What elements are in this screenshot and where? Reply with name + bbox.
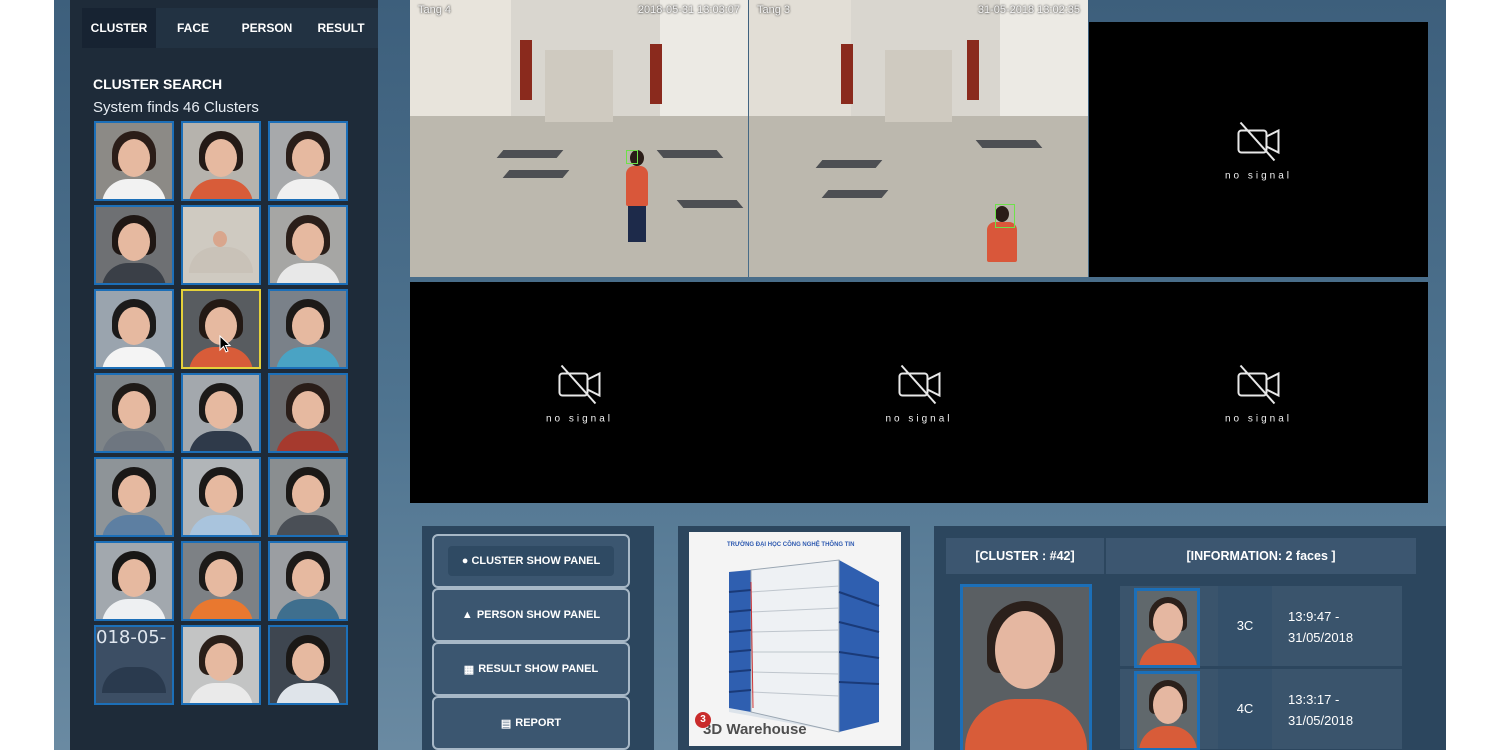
cluster-search-title: CLUSTER SEARCH xyxy=(93,76,223,92)
button-label: RESULT SHOW PANEL xyxy=(478,663,599,675)
cluster-thumbnail[interactable] xyxy=(268,289,348,369)
time-value: 13:9:47 - xyxy=(1288,609,1340,624)
user-icon: ● xyxy=(461,555,469,567)
cluster-thumbnail-selected[interactable] xyxy=(181,289,261,369)
cluster-sidebar: CLUSTER FACE PERSON RESULT CLUSTER SEARC… xyxy=(70,0,378,750)
time-value: 13:3:17 - xyxy=(1288,692,1340,707)
camera-timestamp: 2018-05-31 13:03:07 xyxy=(637,4,740,16)
thumbnail-overlay-text: 018-05- xyxy=(96,627,167,648)
camera-off-icon xyxy=(898,364,940,404)
watermark-text: 3 3D Warehouse xyxy=(695,712,807,738)
face-entry-row[interactable]: 4C 13:3:17 - 31/05/2018 xyxy=(1120,669,1402,750)
building-drawing xyxy=(728,559,880,733)
building-sign: TRƯỜNG ĐẠI HỌC CÔNG NGHỆ THÔNG TIN xyxy=(727,542,855,548)
tab-face[interactable]: FACE xyxy=(156,8,230,48)
no-signal-text: no signal xyxy=(885,413,953,424)
cluster-thumbnail[interactable]: 018-05- xyxy=(94,625,174,705)
grid-icon: ▦ xyxy=(463,663,475,676)
camera-feed-6[interactable]: no signal xyxy=(1089,282,1428,503)
no-signal-text: no signal xyxy=(1224,413,1293,424)
control-panel: ● CLUSTER SHOW PANEL ▲ PERSON SHOW PANEL … xyxy=(422,526,654,750)
no-signal-text: no signal xyxy=(545,413,614,424)
cluster-thumbnail[interactable] xyxy=(268,205,348,285)
camera-off-icon xyxy=(1237,364,1280,404)
camera-feed-2[interactable]: Tang 3 31-05-2018 13:02:35 xyxy=(749,0,1088,277)
detection-time: 13:3:17 - 31/05/2018 xyxy=(1288,689,1398,731)
cluster-thumbnail[interactable] xyxy=(268,373,348,453)
face-thumbnail[interactable] xyxy=(1134,671,1200,750)
face-entry-row[interactable]: 3C 13:9:47 - 31/05/2018 xyxy=(1120,586,1402,668)
no-signal-text: no signal xyxy=(1224,170,1293,181)
cluster-count-text: System finds 46 Clusters xyxy=(93,99,259,116)
building-map-panel: TRƯỜNG ĐẠI HỌC CÔNG NGHỆ THÔNG TIN 3 3D … xyxy=(678,526,910,750)
camera-id: 3C xyxy=(1218,586,1272,666)
camera-feed-5[interactable]: no signal xyxy=(749,282,1089,503)
cluster-thumbnail[interactable] xyxy=(94,541,174,621)
date-value: 31/05/2018 xyxy=(1288,713,1354,728)
face-thumbnail[interactable] xyxy=(1134,588,1200,668)
face-detection-box xyxy=(626,150,638,164)
cluster-thumbnail[interactable] xyxy=(94,205,174,285)
cluster-thumbnail[interactable] xyxy=(94,289,174,369)
cluster-thumbnail[interactable] xyxy=(94,121,174,201)
cluster-thumbnail[interactable] xyxy=(268,457,348,537)
camera-off-icon xyxy=(1237,121,1280,161)
tab-result[interactable]: RESULT xyxy=(304,8,378,48)
report-icon: ▤ xyxy=(500,717,512,730)
cluster-thumbnail[interactable] xyxy=(94,457,174,537)
cluster-thumbnail[interactable] xyxy=(181,625,261,705)
tab-bar: CLUSTER FACE PERSON RESULT xyxy=(82,8,378,48)
person-icon: ▲ xyxy=(461,609,473,621)
mouse-cursor-icon xyxy=(219,335,232,353)
camera-grid: Tang 4 2018-05-31 13:03:07 Tang 3 31-05-… xyxy=(410,0,1428,503)
cluster-thumbnail[interactable] xyxy=(181,205,261,285)
cluster-grid: 018-05- xyxy=(94,121,348,705)
camera-id: 4C xyxy=(1218,669,1272,749)
cluster-thumbnail[interactable] xyxy=(268,121,348,201)
cluster-main-face[interactable] xyxy=(960,584,1092,750)
camera-feed-3[interactable]: no signal xyxy=(1089,22,1428,277)
cluster-thumbnail[interactable] xyxy=(181,457,261,537)
information-header: [INFORMATION: 2 faces ] xyxy=(1106,538,1416,574)
camera-off-icon xyxy=(558,364,601,404)
app-window: CLUSTER FACE PERSON RESULT CLUSTER SEARC… xyxy=(54,0,1446,750)
camera-label: Tang 3 xyxy=(757,4,791,16)
face-detection-box xyxy=(995,204,1015,228)
result-show-panel-button[interactable]: ▦ RESULT SHOW PANEL xyxy=(432,642,630,696)
cluster-thumbnail[interactable] xyxy=(268,625,348,705)
cluster-thumbnail[interactable] xyxy=(181,541,261,621)
camera-feed-1[interactable]: Tang 4 2018-05-31 13:03:07 xyxy=(410,0,748,277)
cluster-show-panel-button[interactable]: ● CLUSTER SHOW PANEL xyxy=(432,534,630,588)
cluster-thumbnail[interactable] xyxy=(181,121,261,201)
button-label: PERSON SHOW PANEL xyxy=(476,609,601,621)
camera-feed-4[interactable]: no signal xyxy=(410,282,749,503)
warehouse-logo-icon: 3 xyxy=(695,712,711,728)
tab-person[interactable]: PERSON xyxy=(230,8,304,48)
report-button[interactable]: ▤ REPORT xyxy=(432,696,630,750)
tab-cluster[interactable]: CLUSTER xyxy=(82,8,156,48)
person-show-panel-button[interactable]: ▲ PERSON SHOW PANEL xyxy=(432,588,630,642)
cluster-thumbnail[interactable] xyxy=(94,373,174,453)
building-3d-model[interactable]: TRƯỜNG ĐẠI HỌC CÔNG NGHỆ THÔNG TIN 3 3D … xyxy=(689,532,901,746)
detection-time: 13:9:47 - 31/05/2018 xyxy=(1288,606,1398,648)
cluster-thumbnail[interactable] xyxy=(268,541,348,621)
date-value: 31/05/2018 xyxy=(1288,630,1354,645)
cluster-id-header: [CLUSTER : #42] xyxy=(946,538,1104,574)
cluster-thumbnail[interactable] xyxy=(181,373,261,453)
camera-timestamp: 31-05-2018 13:02:35 xyxy=(977,4,1080,16)
cluster-info-panel: [CLUSTER : #42] [INFORMATION: 2 faces ] … xyxy=(934,526,1446,750)
camera-label: Tang 4 xyxy=(418,4,452,16)
button-label: CLUSTER SHOW PANEL xyxy=(471,555,601,567)
button-label: REPORT xyxy=(515,717,562,729)
watermark-label: 3D Warehouse xyxy=(703,721,807,738)
